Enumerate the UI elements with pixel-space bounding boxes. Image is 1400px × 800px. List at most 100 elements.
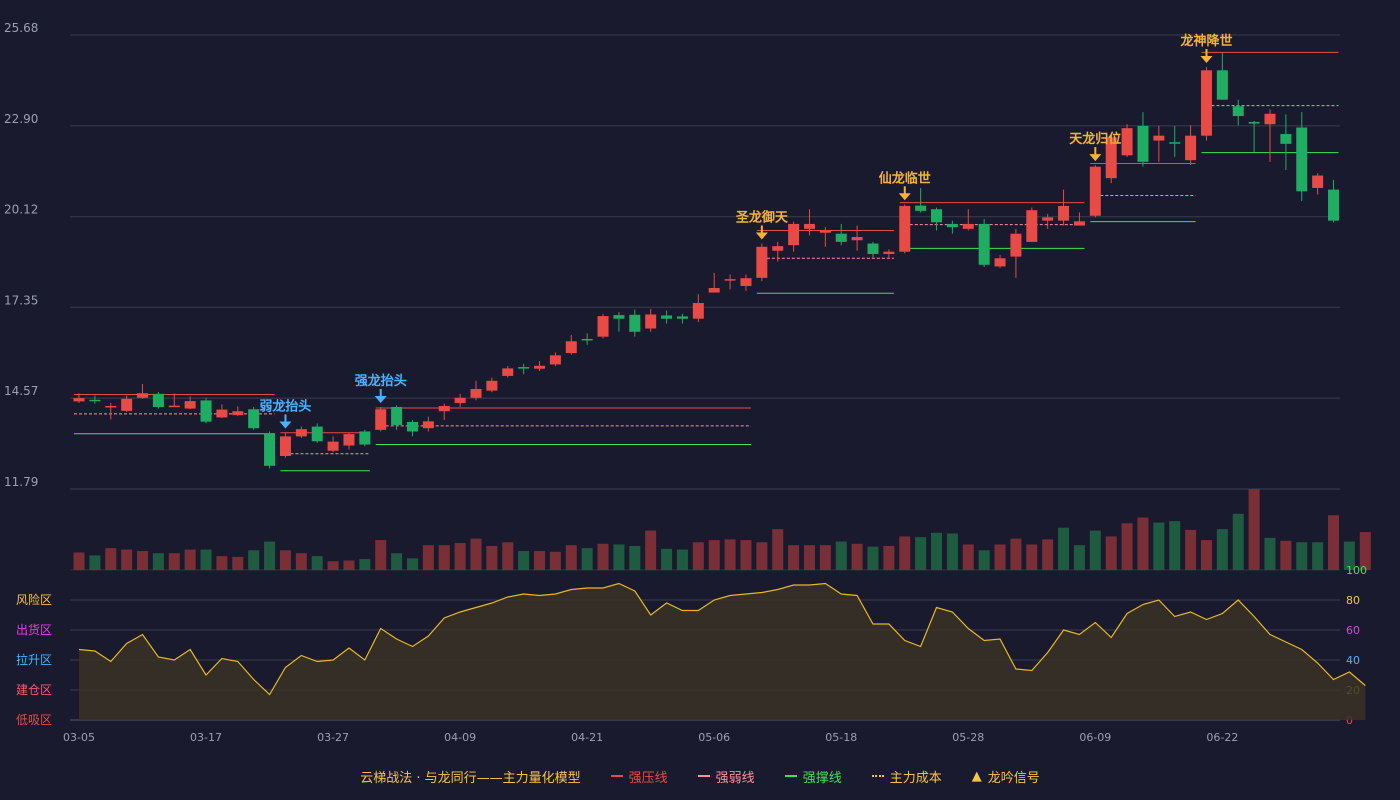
candle-body (1042, 217, 1054, 221)
volume-bar (1058, 527, 1070, 570)
zone-label: 出货区 (16, 622, 52, 637)
candle-body (152, 393, 164, 407)
candle-body (978, 223, 990, 265)
price-tick-label: 22.90 (4, 112, 38, 126)
candle-body (819, 230, 831, 233)
volume-bar (518, 551, 530, 570)
volume-bar (1328, 515, 1340, 570)
volume-bar (105, 548, 117, 570)
pressure-line-icon (610, 775, 623, 777)
candle-body (597, 316, 609, 337)
volume-bar (740, 540, 752, 570)
candle-body (1026, 210, 1038, 242)
candle-body (327, 441, 339, 451)
volume-bar (486, 545, 498, 570)
volume-bar (295, 553, 307, 570)
weak-line-icon (697, 775, 710, 777)
volume-bar (994, 544, 1006, 570)
oscillator-tick-label: 80 (1346, 594, 1360, 607)
candle-body (1216, 70, 1228, 100)
volume-bar (1200, 540, 1212, 570)
volume-bar (152, 553, 164, 570)
signal-arrow-icon (374, 395, 387, 403)
price-axis: 25.68 22.90 20.12 17.35 14.57 11.79 (4, 21, 38, 489)
candle-body (756, 246, 768, 278)
legend-signal-label: 龙吟信号 (987, 770, 1040, 786)
volume-bar (1042, 539, 1054, 570)
candle-body (994, 258, 1006, 267)
volume-bar (724, 539, 736, 570)
candle-body (168, 405, 180, 408)
candle-body (1328, 189, 1340, 221)
candle-body (1280, 134, 1292, 144)
candle-body (851, 236, 863, 241)
signal-arrow-icon (898, 193, 911, 201)
volume-bar (1169, 521, 1181, 570)
legend-support[interactable]: 强撑线 (784, 767, 842, 786)
volume-bar (168, 553, 180, 570)
volume-bars (73, 489, 1371, 570)
date-tick-label: 06-22 (1206, 731, 1238, 744)
volume-bar (391, 553, 403, 570)
volume-bar (1248, 489, 1260, 570)
candle-body (581, 338, 593, 341)
volume-bar (248, 550, 260, 570)
candle-body (692, 303, 704, 319)
volume-bar (422, 545, 434, 570)
volume-bar (1105, 536, 1117, 570)
volume-bar (1089, 530, 1101, 570)
volume-bar (883, 545, 895, 570)
candle-body (406, 421, 418, 432)
candle-body (1185, 135, 1197, 161)
candle-body (1153, 135, 1165, 141)
candle-body (73, 398, 85, 402)
volume-bar (899, 536, 911, 570)
candle-body (1137, 125, 1149, 162)
legend: 云梯战法 · 与龙同行——主力量化模型 强压线 强弱线 强撑线 主力成本 ▲ 龙… (0, 766, 1400, 786)
volume-bar (835, 541, 847, 570)
volume-bar (549, 551, 561, 570)
candle-body (279, 436, 291, 456)
legend-cost-label: 主力成本 (889, 770, 942, 786)
legend-signal[interactable]: ▲ 龙吟信号 (972, 767, 1040, 786)
candle-body (613, 315, 625, 319)
candle-body (89, 399, 101, 402)
volume-bar (803, 545, 815, 570)
candle-body (629, 314, 641, 332)
candle-body (184, 401, 196, 409)
zone-label: 低吸区 (16, 713, 52, 727)
volume-bar (1232, 513, 1244, 570)
candle-body (391, 406, 403, 425)
legend-weak[interactable]: 强弱线 (697, 767, 755, 786)
candle-body (565, 341, 577, 354)
candle-body (137, 393, 149, 398)
legend-cost[interactable]: 主力成本 (871, 767, 942, 786)
zone-label: 风险区 (16, 592, 52, 607)
candle-body (962, 223, 974, 229)
volume-bar (915, 537, 927, 570)
volume-bar (645, 530, 657, 570)
legend-pressure[interactable]: 强压线 (610, 767, 668, 786)
volume-bar (216, 556, 228, 570)
candle-body (264, 433, 276, 466)
candle-body (1169, 142, 1181, 144)
legend-title: 云梯战法 · 与龙同行——主力量化模型 (360, 767, 580, 786)
date-tick-label: 04-21 (571, 731, 603, 744)
volume-bar (359, 559, 371, 570)
volume-bar (661, 548, 673, 570)
signal-label: 天龙归位 (1069, 131, 1121, 147)
zone-label: 建仓区 (16, 683, 52, 697)
volume-bar (327, 561, 339, 570)
candle-body (105, 405, 117, 408)
oscillator-tick-label: 100 (1346, 564, 1367, 577)
candle-body (867, 243, 879, 254)
volume-bar (279, 550, 291, 570)
legend-pressure-label: 强压线 (628, 770, 668, 786)
signal-label: 弱龙抬头 (259, 398, 311, 414)
date-tick-label: 06-09 (1079, 731, 1111, 744)
candle-body (1312, 175, 1324, 188)
candle-body (788, 223, 800, 246)
candle-body (645, 314, 657, 329)
volume-bar (406, 558, 418, 570)
candle-body (121, 398, 133, 411)
